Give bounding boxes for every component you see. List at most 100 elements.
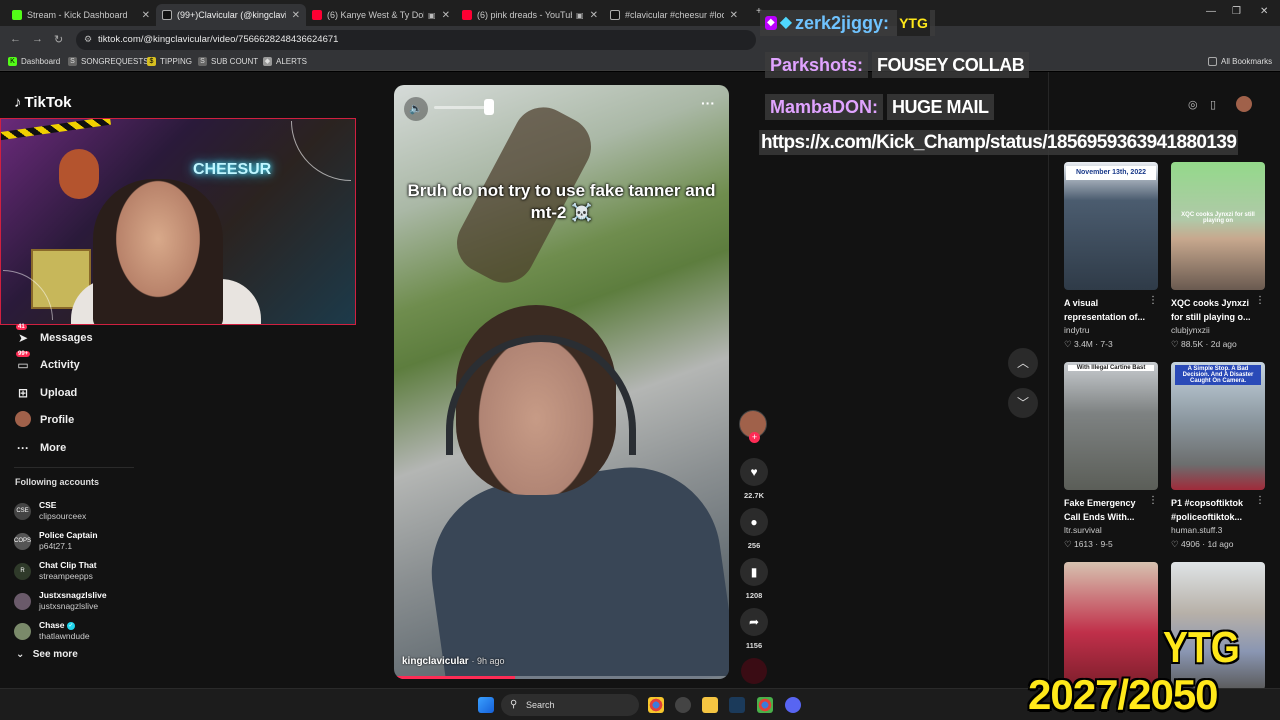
send-icon: ➤ 41 [16, 323, 29, 345]
close-tab-icon[interactable]: ✕ [442, 10, 450, 21]
following-account-chat-clip-that[interactable]: R Chat Clip That streampeepps [14, 556, 107, 586]
following-account-justxsnagzlslive[interactable]: Justxsnagzlslive justxsnagzlslive [14, 586, 107, 616]
tab-youtube-pink-dreads[interactable]: (6) pink dreads - YouTube ▣ ✕ [456, 4, 604, 26]
close-tab-icon[interactable]: ✕ [292, 10, 300, 21]
tab-tiktok-clavicular[interactable]: (99+)Clavicular (@kingclavicular ✕ [156, 4, 306, 26]
video-meta: ♡ 88.5K · 2d ago [1171, 339, 1237, 349]
follow-plus-icon[interactable]: + [749, 432, 760, 443]
video-progress-bar[interactable] [394, 676, 729, 679]
following-account-chase[interactable]: Chase ✓ thatlawndude [14, 616, 107, 646]
close-tab-icon[interactable]: ✕ [730, 10, 738, 21]
more-options-icon[interactable]: ··· [701, 95, 715, 111]
close-tab-icon[interactable]: ✕ [590, 10, 598, 21]
live-icon[interactable]: ◎ [1188, 98, 1198, 111]
bookmark-dashboard[interactable]: K Dashboard [8, 57, 60, 66]
chevron-down-icon: ⌄ [16, 649, 25, 660]
discord-icon[interactable] [785, 697, 801, 713]
forward-icon[interactable]: → [32, 33, 43, 45]
obs-icon[interactable] [675, 697, 691, 713]
tab-tiktok-search[interactable]: #clavicular #cheesur #lookma ✕ [604, 4, 744, 26]
audio-playing-icon[interactable]: ▣ [428, 11, 436, 20]
volume-slider-handle[interactable] [484, 99, 494, 115]
video-meta: ♡ 3.4M · 7-3 [1064, 339, 1113, 349]
music-disc-icon[interactable] [741, 658, 767, 684]
previous-video-button[interactable]: ︿ [1008, 348, 1038, 378]
see-more-button[interactable]: ⌄ See more [16, 649, 78, 660]
sidebar-item-upload[interactable]: ⊞ Upload [14, 379, 93, 407]
video-title[interactable]: XQC cooks Jynxzi for still playing o... [1171, 296, 1265, 324]
all-bookmarks[interactable]: All Bookmarks [1208, 57, 1272, 66]
phone-icon[interactable]: ▯ [1210, 98, 1216, 111]
creator-avatar[interactable]: + [739, 410, 767, 443]
video-author[interactable]: clubjynxzii [1171, 325, 1265, 335]
close-window-icon[interactable]: ✕ [1260, 6, 1268, 17]
tab-youtube-kanye[interactable]: (6) Kanye West & Ty Dolla $ ▣ ✕ [306, 4, 456, 26]
volume-icon[interactable]: 🔈 [404, 97, 428, 121]
video-author[interactable]: ltr.survival [1064, 525, 1158, 535]
video-thumbnail[interactable]: November 13th, 2022 [1064, 162, 1158, 290]
tiktok-logo[interactable]: ♪ TikTok [14, 94, 71, 111]
related-video-card[interactable]: A Simple Stop. A Bad Decision. And A Dis… [1171, 362, 1265, 550]
video-title[interactable]: P1 #copsoftiktok #policeoftiktok... [1171, 496, 1265, 524]
chat-username: MambaDON: [765, 94, 884, 120]
minimize-icon[interactable]: — [1206, 6, 1216, 17]
avatar-icon [14, 410, 32, 430]
sidebar-item-more[interactable]: ··· More [14, 434, 93, 462]
tab-kick-dashboard[interactable]: Stream - Kick Dashboard ✕ [6, 4, 156, 26]
bookmark-alerts[interactable]: ◆ ALERTS [263, 57, 307, 66]
video-author[interactable]: human.stuff.3 [1171, 525, 1265, 535]
video-author[interactable]: kingclavicular · 9h ago [402, 656, 505, 667]
avatar: CSE [14, 502, 31, 520]
sidebar-item-activity[interactable]: ▭ 99+ Activity [14, 351, 93, 380]
bookmark-tipping[interactable]: $ TIPPING [147, 57, 192, 66]
bookmark-icon: $ [147, 57, 156, 66]
bookmark-songrequests[interactable]: S SONGREQUESTS [68, 57, 149, 66]
save-button[interactable]: ▮ 1208 [739, 558, 769, 600]
following-account-cse[interactable]: CSE CSE clipsourceex [14, 496, 107, 526]
video-author[interactable]: indytru [1064, 325, 1158, 335]
video-thumbnail[interactable]: With Illegal Cartine Bast [1064, 362, 1158, 490]
related-video-card[interactable]: XQC cooks Jynxzi for still playing on XQ… [1171, 162, 1265, 350]
next-video-button[interactable]: ﹀ [1008, 388, 1038, 418]
video-title[interactable]: A visual representation of... [1064, 296, 1158, 324]
more-options-icon[interactable]: ⋮ [1148, 295, 1158, 306]
taskbar-search[interactable]: ⚲ Search [501, 694, 639, 716]
account-handle: justxsnagzlslive [39, 601, 99, 611]
bookmark-subcount[interactable]: S SUB COUNT [198, 57, 258, 66]
chat-text: FOUSEY COLLAB [872, 52, 1030, 78]
bookmark-label: SUB COUNT [211, 57, 259, 66]
more-options-icon[interactable]: ⋮ [1148, 495, 1158, 506]
reload-icon[interactable]: ↻ [54, 33, 63, 46]
site-info-icon[interactable]: ⚙ [84, 34, 92, 45]
chrome-icon[interactable] [648, 697, 664, 713]
back-icon[interactable]: ← [10, 33, 21, 45]
steam-icon[interactable] [729, 697, 745, 713]
chrome-icon[interactable] [757, 697, 773, 713]
audio-playing-icon[interactable]: ▣ [576, 11, 584, 20]
sidebar-item-messages[interactable]: ➤ 41 Messages [14, 323, 93, 352]
related-video-card[interactable]: November 13th, 2022 A visual representat… [1064, 162, 1158, 350]
webcam-background-toy [59, 149, 99, 199]
heart-icon: ♥ [740, 458, 768, 486]
share-button[interactable]: ➦ 1156 [739, 608, 769, 650]
more-options-icon[interactable]: ⋮ [1255, 495, 1265, 506]
maximize-icon[interactable]: ❐ [1232, 6, 1241, 17]
chat-username: Parkshots: [765, 52, 869, 78]
following-account-police-captain[interactable]: COPS Police Captain p64t27.1 [14, 526, 107, 556]
avatar[interactable] [1236, 96, 1252, 112]
tab-title: (6) pink dreads - YouTube [477, 10, 573, 20]
video-thumbnail[interactable]: XQC cooks Jynxzi for still playing on [1171, 162, 1265, 290]
like-button[interactable]: ♥ 22.7K [739, 458, 769, 500]
related-video-card[interactable]: With Illegal Cartine Bast Fake Emergency… [1064, 362, 1158, 550]
more-options-icon[interactable]: ⋮ [1255, 295, 1265, 306]
video-title[interactable]: Fake Emergency Call Ends With... [1064, 496, 1158, 524]
sidebar-item-profile[interactable]: Profile [14, 407, 93, 435]
video-thumbnail[interactable]: A Simple Stop. A Bad Decision. And A Dis… [1171, 362, 1265, 490]
file-explorer-icon[interactable] [702, 697, 718, 713]
address-bar[interactable]: ⚙ tiktok.com/@kingclavicular/video/75666… [76, 30, 756, 50]
close-tab-icon[interactable]: ✕ [142, 10, 150, 21]
comment-button[interactable]: ● 256 [739, 508, 769, 550]
video-player[interactable]: 🔈 ··· Bruh do not try to use fake tanner… [394, 85, 729, 679]
bookmark-label: All Bookmarks [1221, 57, 1273, 66]
windows-start-icon[interactable] [478, 697, 494, 713]
